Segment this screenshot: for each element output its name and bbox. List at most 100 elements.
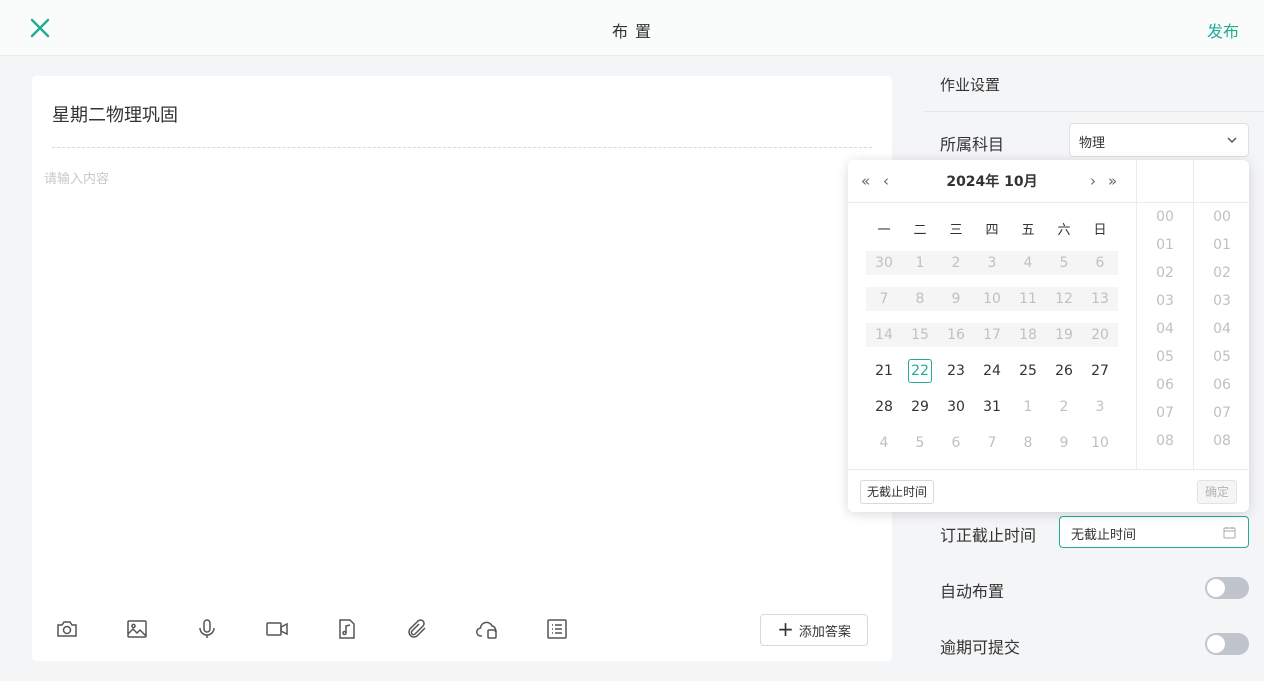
camera-icon[interactable] (55, 617, 79, 641)
publish-button[interactable]: 发布 (1207, 18, 1239, 42)
calendar-day[interactable]: 5 (902, 431, 938, 455)
calendar-day: 8 (902, 287, 938, 311)
calendar-day[interactable]: 28 (866, 395, 902, 419)
minute-option[interactable]: 03 (1194, 293, 1250, 309)
hour-column-header (1137, 160, 1193, 203)
calendar-day: 10 (974, 287, 1010, 311)
calendar-day: 16 (938, 323, 974, 347)
chevron-down-icon (1227, 137, 1237, 144)
homework-title-input[interactable]: 星期二物理巩固 (52, 101, 178, 127)
hour-option[interactable]: 00 (1137, 209, 1193, 225)
image-icon[interactable] (125, 617, 149, 641)
minute-option[interactable]: 04 (1194, 321, 1250, 337)
calendar-day[interactable]: 24 (974, 359, 1010, 383)
calendar-day[interactable]: 30 (938, 395, 974, 419)
weekday-label: 一 (877, 223, 891, 238)
hour-option[interactable]: 06 (1137, 377, 1193, 393)
calendar-day: 20 (1082, 323, 1118, 347)
minute-option[interactable]: 08 (1194, 433, 1250, 449)
top-bar: 布 置 发布 (0, 0, 1264, 56)
calendar-day: 13 (1082, 287, 1118, 311)
confirm-button[interactable]: 确定 (1196, 480, 1237, 504)
calendar-day: 9 (938, 287, 974, 311)
calendar-day[interactable]: 1 (1010, 395, 1046, 419)
calendar-day[interactable]: 23 (938, 359, 974, 383)
calendar-day[interactable]: 6 (938, 431, 974, 455)
attachment-icon[interactable] (405, 617, 429, 641)
calendar-day-today[interactable]: 22 (908, 359, 932, 383)
weekday-label: 三 (949, 223, 963, 238)
list-icon[interactable] (545, 617, 569, 641)
calendar-day[interactable]: 9 (1046, 431, 1082, 455)
calendar-day: 30 (866, 251, 902, 275)
calendar-day[interactable]: 8 (1010, 431, 1046, 455)
calendar-day: 4 (1010, 251, 1046, 275)
auto-assign-toggle[interactable] (1205, 577, 1249, 599)
calendar-day[interactable]: 7 (974, 431, 1010, 455)
settings-heading: 作业设置 (940, 76, 1001, 94)
subject-select[interactable]: 物理 (1069, 123, 1249, 157)
calendar-day[interactable]: 25 (1010, 359, 1046, 383)
weekday-label: 五 (1021, 223, 1035, 238)
add-answer-button[interactable]: + 添加答案 (760, 614, 868, 646)
page-title: 布 置 (611, 22, 653, 41)
calendar-day: 11 (1010, 287, 1046, 311)
calendar-day[interactable]: 3 (1082, 395, 1118, 419)
next-month-icon[interactable]: › (1090, 172, 1096, 190)
weekday-label: 六 (1057, 223, 1071, 238)
minute-option[interactable]: 00 (1194, 209, 1250, 225)
settings-divider (924, 111, 1264, 112)
weekday-label: 二 (913, 223, 927, 238)
hour-option[interactable]: 01 (1137, 237, 1193, 253)
audio-file-icon[interactable] (335, 617, 359, 641)
correction-deadline-input[interactable]: 无截止时间 (1059, 516, 1249, 548)
calendar-day[interactable]: 10 (1082, 431, 1118, 455)
calendar: « ‹ 2024年 10月 › » 一二三四五六日 30 1 2 3 4 5 6 7 8 9 10 1… (848, 160, 1136, 469)
hour-option[interactable]: 07 (1137, 405, 1193, 421)
minute-column: 00 01 02 03 04 05 06 07 08 (1193, 160, 1250, 469)
video-icon[interactable] (265, 617, 289, 641)
calendar-day[interactable]: 29 (902, 395, 938, 419)
picker-footer: 无截止时间 确定 (848, 469, 1249, 513)
no-deadline-button[interactable]: 无截止时间 (860, 480, 935, 504)
auto-assign-label: 自动布置 (940, 582, 1005, 601)
minute-option[interactable]: 06 (1194, 377, 1250, 393)
hour-option[interactable]: 04 (1137, 321, 1193, 337)
calendar-day[interactable]: 4 (866, 431, 902, 455)
calendar-day[interactable]: 26 (1046, 359, 1082, 383)
late-submit-label: 逾期可提交 (940, 638, 1021, 657)
calendar-day: 3 (974, 251, 1010, 275)
toggle-knob (1207, 579, 1225, 597)
homework-editor: 星期二物理巩固 请输入内容 + 添加答案 (32, 76, 892, 661)
minute-option[interactable]: 05 (1194, 349, 1250, 365)
cloud-file-icon[interactable] (475, 617, 499, 641)
late-submit-toggle[interactable] (1205, 633, 1249, 655)
next-year-icon[interactable]: » (1108, 172, 1117, 190)
calendar-day: 14 (866, 323, 902, 347)
calendar-day[interactable]: 2 (1046, 395, 1082, 419)
minute-option[interactable]: 07 (1194, 405, 1250, 421)
minute-option[interactable]: 02 (1194, 265, 1250, 281)
minute-column-header (1194, 160, 1250, 203)
weekday-label: 日 (1093, 223, 1107, 238)
calendar-day: 7 (866, 287, 902, 311)
calendar-icon (1223, 527, 1236, 539)
calendar-day: 18 (1010, 323, 1046, 347)
hour-option[interactable]: 08 (1137, 433, 1193, 449)
calendar-day: 17 (974, 323, 1010, 347)
microphone-icon[interactable] (195, 617, 219, 641)
hour-column: 00 01 02 03 04 05 06 07 08 (1136, 160, 1193, 469)
calendar-day[interactable]: 21 (866, 359, 902, 383)
hour-option[interactable]: 05 (1137, 349, 1193, 365)
content-input[interactable]: 请输入内容 (44, 168, 109, 187)
hour-option[interactable]: 03 (1137, 293, 1193, 309)
calendar-day[interactable]: 27 (1082, 359, 1118, 383)
minute-option[interactable]: 01 (1194, 237, 1250, 253)
calendar-header: « ‹ 2024年 10月 › » (848, 160, 1136, 203)
calendar-day: 12 (1046, 287, 1082, 311)
calendar-day[interactable]: 31 (974, 395, 1010, 419)
title-divider (52, 147, 872, 148)
calendar-day: 19 (1046, 323, 1082, 347)
hour-option[interactable]: 02 (1137, 265, 1193, 281)
weekday-label: 四 (985, 223, 999, 238)
